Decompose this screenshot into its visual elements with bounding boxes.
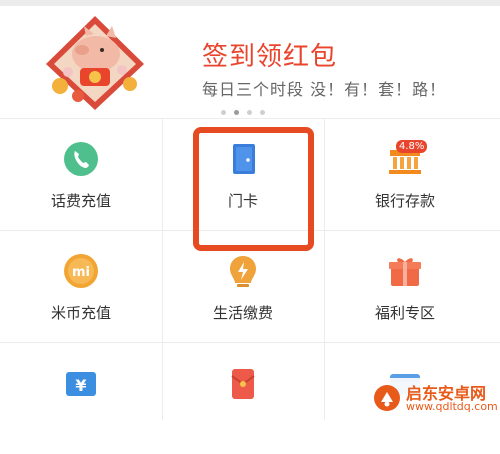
- grid-item-mi-coin[interactable]: mi 米币充值: [0, 230, 162, 342]
- lightbulb-icon: [230, 256, 256, 287]
- svg-text:mi: mi: [72, 265, 90, 280]
- grid-item-red-envelope[interactable]: [162, 342, 324, 454]
- phone-icon: [64, 142, 98, 176]
- yen-card-icon: ¥: [66, 372, 96, 396]
- highlight-box: [193, 127, 314, 251]
- grid-item-label: 福利专区: [374, 304, 435, 322]
- pager-dot-active: [234, 110, 239, 115]
- watermark-url: www.qdltdq.com: [406, 400, 498, 413]
- banner-pager: [221, 110, 281, 116]
- banner-title: 签到领红包: [202, 42, 338, 72]
- pig-lucky-charm-icon: [46, 16, 144, 110]
- rate-badge: 4.8%: [396, 140, 428, 153]
- grid-item-phone-recharge[interactable]: 话费充值: [0, 118, 162, 230]
- grid-item-bank-deposit[interactable]: 银行存款 4.8%: [324, 118, 486, 230]
- banner-subtitle: 每日三个时段 没！有！套！路！: [202, 80, 447, 99]
- pager-dot: [221, 110, 226, 115]
- pager-dot: [247, 110, 252, 115]
- grid-item-label: 米币充值: [50, 304, 111, 322]
- gift-icon: [389, 258, 421, 286]
- red-envelope-icon: [231, 369, 255, 399]
- grid-item-label: 银行存款: [374, 192, 435, 210]
- watermark: 启东安卓网 www.qdltdq.com: [366, 378, 498, 418]
- grid-item-label: 生活缴费: [212, 304, 273, 322]
- grid-item-label: 话费充值: [50, 192, 111, 210]
- svg-text:¥: ¥: [75, 376, 86, 395]
- grid-item-welfare-zone[interactable]: 福利专区: [324, 230, 486, 342]
- watermark-logo-icon: [374, 385, 400, 411]
- mi-coin-icon: mi: [64, 254, 98, 288]
- sign-in-banner[interactable]: 签到领红包 每日三个时段 没！有！套！路！: [0, 6, 500, 118]
- grid-item-yen-card[interactable]: ¥: [0, 342, 162, 454]
- pager-dot: [260, 110, 265, 115]
